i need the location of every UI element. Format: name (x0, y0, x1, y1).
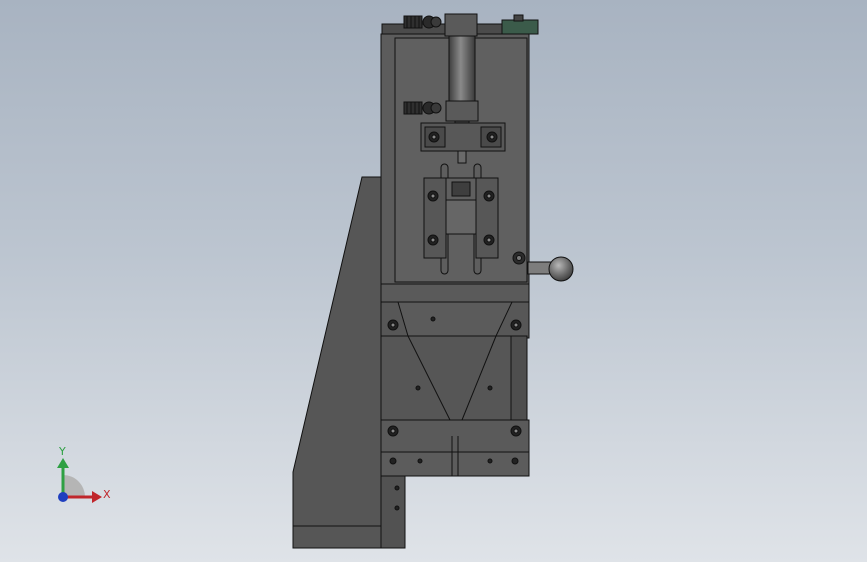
y-axis-label: Y (58, 445, 66, 458)
spring-adjuster-top[interactable] (403, 15, 442, 29)
z-axis-dot (58, 492, 68, 502)
support-wedge[interactable] (292, 176, 382, 549)
orientation-triad: Y X (57, 445, 111, 503)
base-foot[interactable] (380, 475, 406, 549)
lower-block[interactable] (380, 335, 512, 421)
spring-adjuster-mid[interactable] (403, 101, 442, 115)
mid-plate[interactable] (380, 283, 530, 303)
cad-model[interactable] (292, 13, 574, 549)
cylinder-head[interactable] (444, 13, 478, 37)
clamp-bracket[interactable] (420, 122, 506, 152)
cad-viewport[interactable]: Y X (0, 0, 867, 562)
cylinder-rod[interactable] (448, 35, 476, 103)
bottom-plate[interactable] (380, 419, 530, 453)
x-axis-label: X (103, 488, 111, 501)
